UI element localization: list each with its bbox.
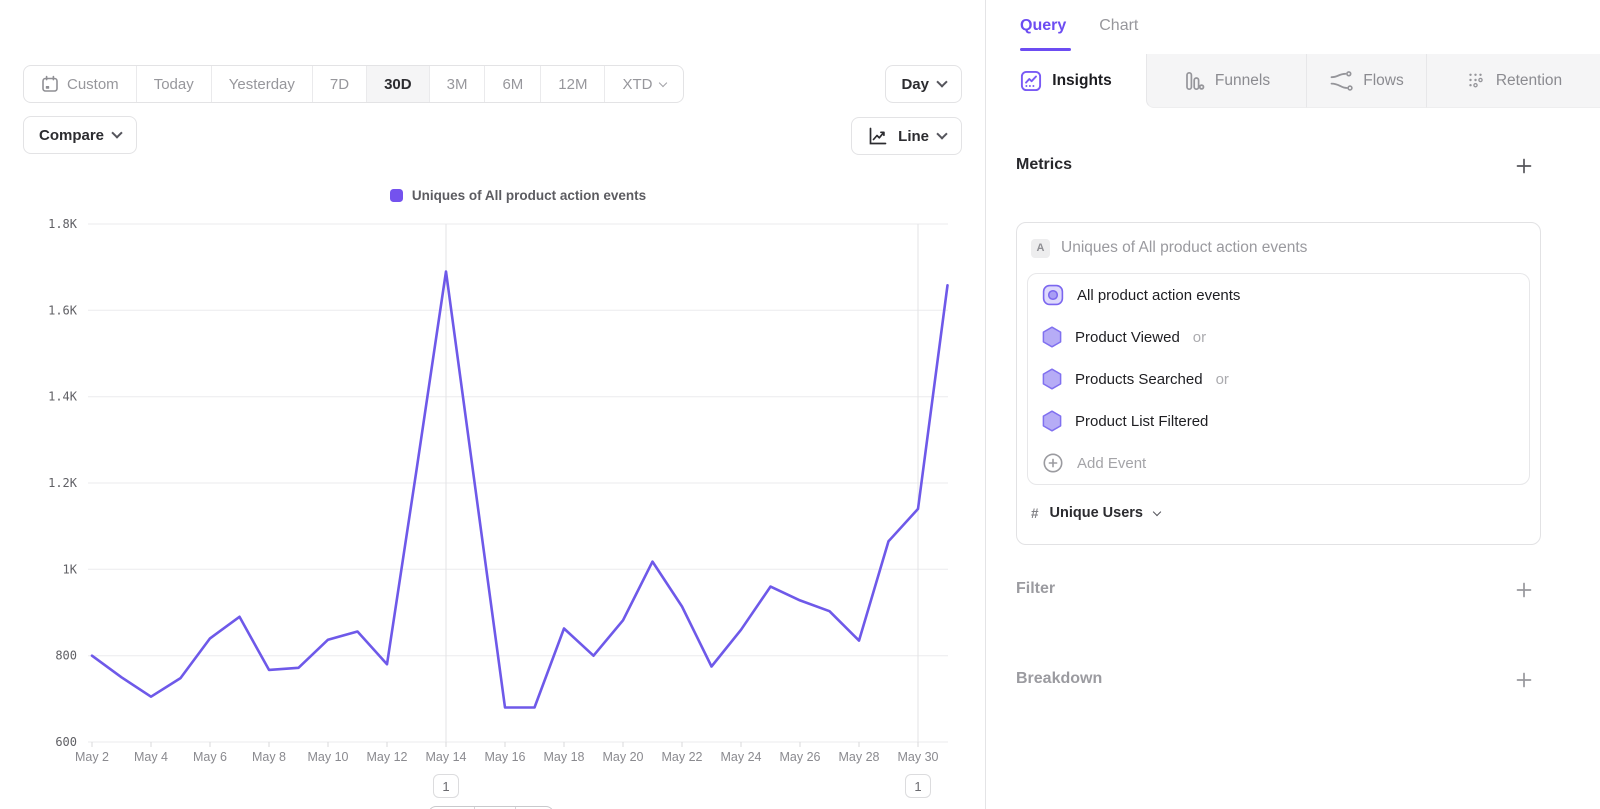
event-row-all-product-action-events[interactable]: All product action events <box>1028 274 1529 316</box>
tab-chart[interactable]: Chart <box>1099 17 1138 35</box>
x-axis-tick-label: May 16 <box>485 750 526 764</box>
tab-funnels[interactable]: Funnels <box>1146 54 1306 108</box>
x-axis-tick-label: May 10 <box>308 750 349 764</box>
or-operator-label: or <box>1216 371 1229 388</box>
chevron-down-icon <box>1153 507 1161 515</box>
x-axis-tick-label: May 22 <box>662 750 703 764</box>
chart-panel: CustomTodayYesterday7D30D3M6M12MXTD Day … <box>0 0 985 809</box>
metric-card-header[interactable]: A Uniques of All product action events <box>1017 223 1540 273</box>
tab-label: Funnels <box>1215 72 1270 90</box>
series-line[interactable] <box>92 272 948 708</box>
add-filter-button[interactable] <box>1516 582 1532 598</box>
funnels-icon <box>1183 70 1205 92</box>
metrics-section-title: Metrics <box>1016 156 1072 174</box>
y-axis-tick-label: 600 <box>55 735 77 749</box>
x-axis-tick-label: May 4 <box>134 750 168 764</box>
active-tab-underline <box>1020 48 1071 51</box>
x-axis-tick-label: May 12 <box>367 750 408 764</box>
add-metric-button[interactable] <box>1516 158 1532 174</box>
filter-section-title: Filter <box>1016 580 1055 598</box>
x-axis-tick-label: May 6 <box>193 750 227 764</box>
y-axis-tick-label: 800 <box>55 649 77 663</box>
insights-line-chart[interactable]: 600 800 1K 1.2K 1.4K 1.6K 1.8K May 2 May 4 May 6 M… <box>0 0 985 809</box>
metric-card: A Uniques of All product action events A… <box>1016 222 1541 545</box>
add-event-button[interactable]: Add Event <box>1028 442 1529 484</box>
series-label: Uniques of All product action events <box>1061 239 1307 257</box>
panel-mode-tabs: Query Chart <box>986 0 1138 52</box>
event-group-icon <box>1042 284 1064 306</box>
report-type-tabs: Insights Funnels Flows Retention <box>986 54 1600 108</box>
y-axis-tick-label: 1K <box>63 562 78 576</box>
y-axis-tick-label: 1.4K <box>48 390 78 404</box>
hexagon-icon <box>1042 326 1062 348</box>
event-row-product-viewed[interactable]: Product Viewed or <box>1028 316 1529 358</box>
event-label: Product Viewed <box>1075 329 1180 346</box>
add-breakdown-button[interactable] <box>1516 672 1532 688</box>
series-letter-badge: A <box>1031 239 1050 258</box>
hexagon-icon <box>1042 368 1062 390</box>
event-label: Products Searched <box>1075 371 1203 388</box>
y-axis-tick-label: 1.2K <box>48 476 78 490</box>
annotation-marker[interactable]: 1 <box>433 774 459 798</box>
event-row-products-searched[interactable]: Products Searched or <box>1028 358 1529 400</box>
tab-query[interactable]: Query <box>1020 17 1066 35</box>
event-list: All product action events Product Viewed o… <box>1027 273 1530 485</box>
x-axis-tick-label: May 20 <box>603 750 644 764</box>
insights-icon <box>1020 70 1042 92</box>
x-axis-tick-label: May 18 <box>544 750 585 764</box>
x-axis-tick-label: May 28 <box>839 750 880 764</box>
x-axis-tick-label: May 26 <box>780 750 821 764</box>
tab-label: Retention <box>1496 72 1562 90</box>
tab-label: Flows <box>1363 72 1403 90</box>
breakdown-section-title: Breakdown <box>1016 670 1102 688</box>
event-label: Add Event <box>1077 455 1146 472</box>
circle-plus-icon <box>1042 452 1064 474</box>
tab-retention[interactable]: Retention <box>1426 54 1600 108</box>
tab-flows[interactable]: Flows <box>1306 54 1426 108</box>
tab-insights[interactable]: Insights <box>986 54 1146 108</box>
hexagon-icon <box>1042 410 1062 432</box>
y-axis-tick-label: 1.6K <box>48 303 78 317</box>
retention-icon <box>1466 71 1486 91</box>
x-axis-tick-label: May 2 <box>75 750 109 764</box>
number-icon: # <box>1031 506 1039 521</box>
x-axis-tick-label: May 24 <box>721 750 762 764</box>
x-axis-tick-label: May 30 <box>898 750 939 764</box>
insights-report-page: CustomTodayYesterday7D30D3M6M12MXTD Day … <box>0 0 1600 809</box>
x-axis-tick-label: May 8 <box>252 750 286 764</box>
x-axis-tick-label: May 14 <box>426 750 467 764</box>
aggregation-dropdown[interactable]: # Unique Users <box>1031 498 1526 528</box>
event-label: All product action events <box>1077 287 1240 304</box>
aggregation-label: Unique Users <box>1050 505 1143 521</box>
event-label: Product List Filtered <box>1075 413 1208 430</box>
flows-icon <box>1329 70 1353 92</box>
annotation-marker[interactable]: 1 <box>905 774 931 798</box>
event-row-product-list-filtered[interactable]: Product List Filtered <box>1028 400 1529 442</box>
query-builder-panel: Query Chart Insights Funnels Flows Retentio… <box>985 0 1600 809</box>
y-axis-tick-label: 1.8K <box>48 217 78 231</box>
tab-label: Insights <box>1052 72 1111 90</box>
or-operator-label: or <box>1193 329 1206 346</box>
